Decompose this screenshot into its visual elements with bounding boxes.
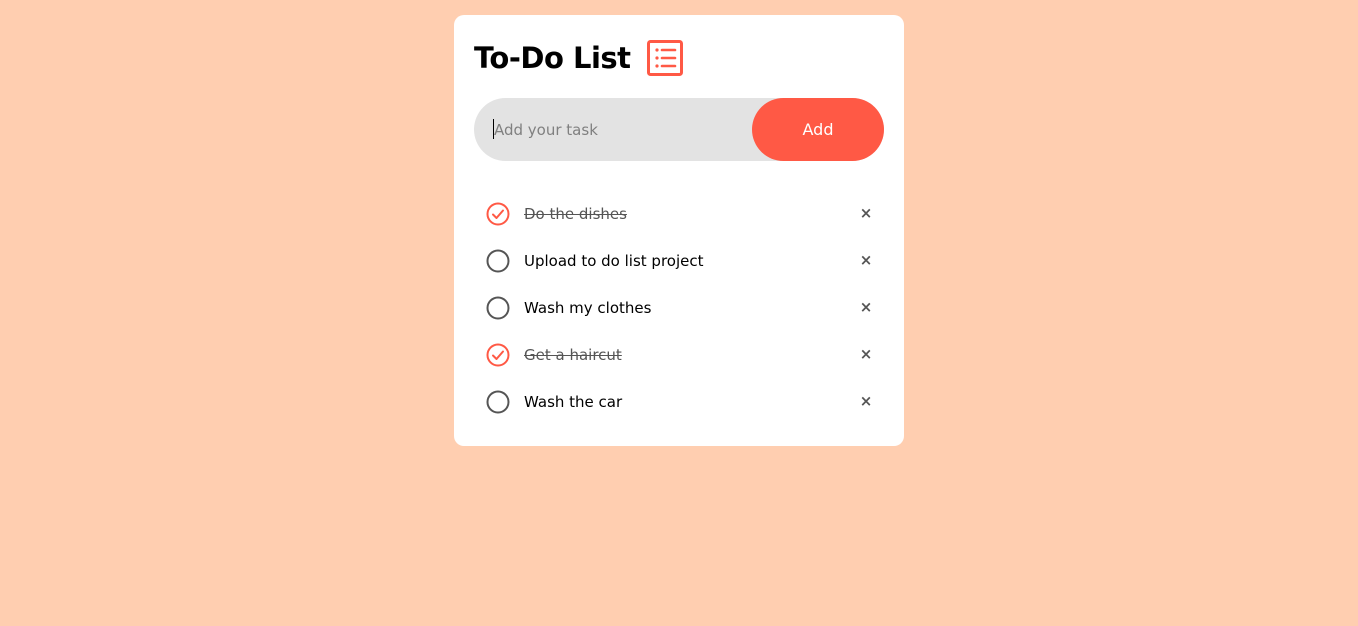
task-label: Wash my clothes [524, 298, 652, 317]
close-icon[interactable]: × [854, 295, 878, 319]
task-label: Wash the car [524, 392, 623, 411]
close-icon[interactable]: × [854, 248, 878, 272]
header: To-Do List [474, 37, 683, 79]
task-item[interactable]: Upload to do list project × [486, 237, 878, 284]
task-item[interactable]: Do the dishes × [486, 190, 878, 237]
checked-circle-icon[interactable] [486, 202, 510, 226]
task-input[interactable] [474, 98, 752, 161]
task-item[interactable]: Wash my clothes × [486, 284, 878, 331]
checked-circle-icon[interactable] [486, 343, 510, 367]
task-item[interactable]: Wash the car × [486, 378, 878, 425]
unchecked-circle-icon[interactable] [486, 249, 510, 273]
add-button[interactable]: Add [752, 98, 884, 161]
task-input-row: Add [474, 98, 884, 161]
unchecked-circle-icon[interactable] [486, 390, 510, 414]
close-icon[interactable]: × [854, 201, 878, 225]
task-label: Get a haircut [524, 345, 622, 364]
close-icon[interactable]: × [854, 342, 878, 366]
unchecked-circle-icon[interactable] [486, 296, 510, 320]
task-list: Do the dishes × Upload to do list projec… [486, 190, 878, 425]
task-label: Do the dishes [524, 204, 627, 223]
text-caret [493, 119, 494, 139]
app-title: To-Do List [474, 41, 631, 75]
checklist-icon [646, 40, 683, 76]
close-icon[interactable]: × [854, 389, 878, 413]
todo-card: To-Do List Add Do the dishes × Upload [454, 15, 904, 446]
task-item[interactable]: Get a haircut × [486, 331, 878, 378]
task-label: Upload to do list project [524, 251, 704, 270]
